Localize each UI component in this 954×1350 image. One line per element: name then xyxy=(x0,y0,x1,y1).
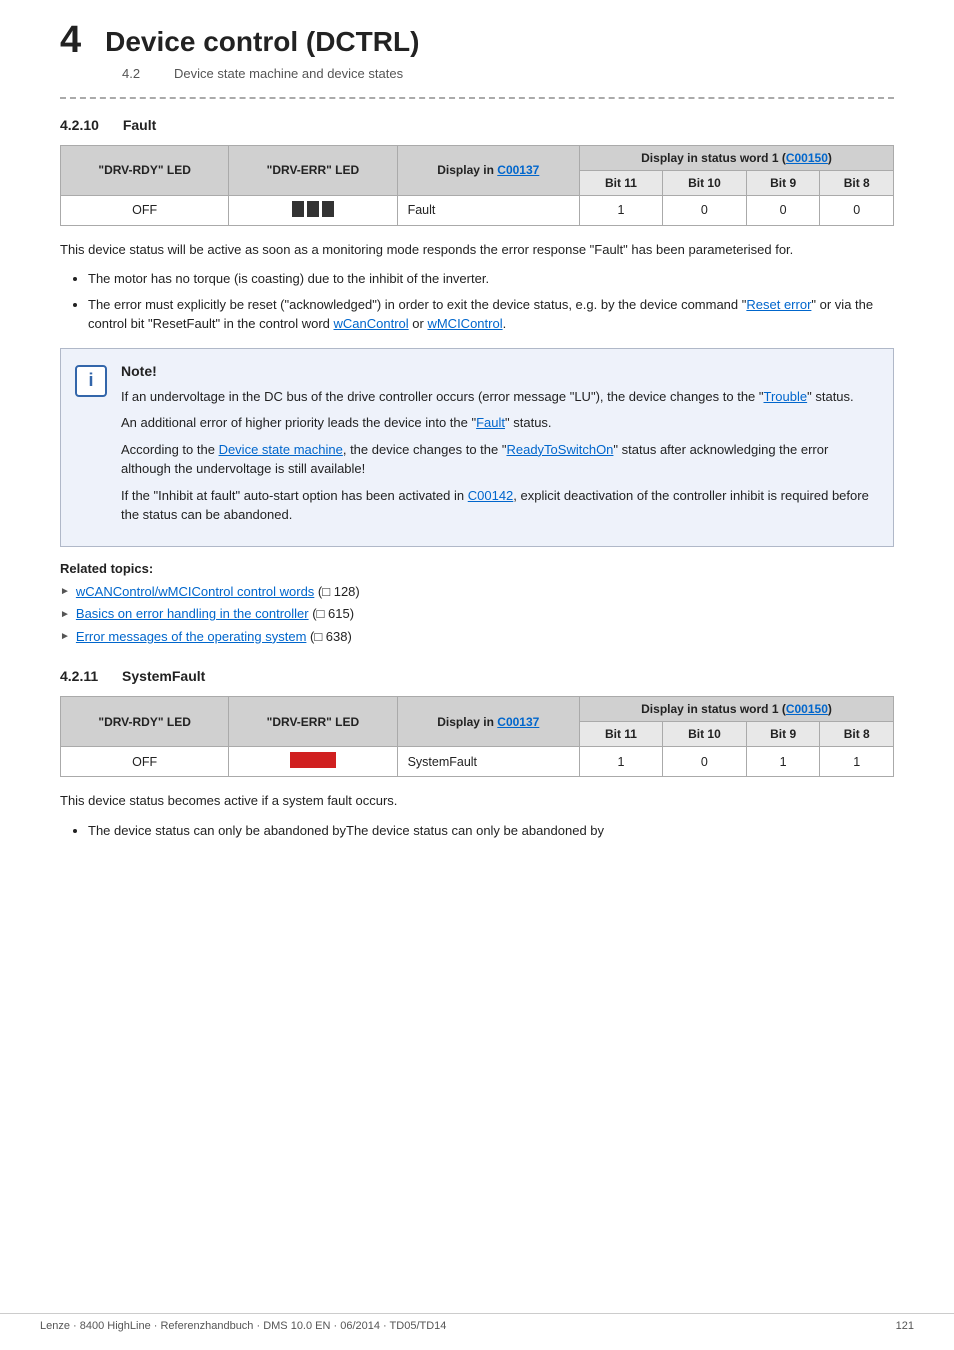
sf-led-rdy: OFF xyxy=(61,747,229,777)
related-arrow-2: ► xyxy=(60,607,70,622)
sf-bullet-list: The device status can only be abandoned … xyxy=(88,821,894,841)
footer-left: Lenze · 8400 HighLine · Referenzhandbuch… xyxy=(40,1320,446,1332)
fault-th-col1: "DRV-RDY" LED xyxy=(61,145,229,195)
sf-th-bit9: Bit 9 xyxy=(746,722,820,747)
fault-bit10-val: 0 xyxy=(662,195,746,225)
fault-table-row: OFF Fault 1 0 0 0 xyxy=(61,195,894,225)
related-link-2[interactable]: Basics on error handling in the controll… xyxy=(76,604,309,624)
subchapter-num: 4.2 xyxy=(122,66,154,81)
fault-bullet2: The error must explicitly be reset ("ack… xyxy=(88,295,894,334)
sf-bit9-val: 1 xyxy=(746,747,820,777)
ready-to-switchon-link[interactable]: ReadyToSwitchOn xyxy=(506,442,613,457)
sf-th-col2: "DRV-ERR" LED xyxy=(229,697,397,747)
fault-th-bit9: Bit 9 xyxy=(746,170,820,195)
sf-bit11-val: 1 xyxy=(580,747,663,777)
led-bar-1 xyxy=(292,201,304,217)
fault-bit11-val: 1 xyxy=(580,195,663,225)
led-bar-2 xyxy=(307,201,319,217)
fault-th-col3: Display in C00137 xyxy=(397,145,579,195)
related-arrow-3: ► xyxy=(60,629,70,644)
systemfault-section-num: 4.2.11 xyxy=(60,668,98,684)
sf-bullet1: The device status can only be abandoned … xyxy=(88,821,894,841)
trouble-link[interactable]: Trouble xyxy=(764,389,808,404)
fault-bit8-val: 0 xyxy=(820,195,894,225)
sf-bit10-val: 0 xyxy=(662,747,746,777)
section-fault: 4.2.10 Fault "DRV-RDY" LED "DRV-ERR" LED… xyxy=(60,117,894,647)
wcancontrol-link[interactable]: wCanControl xyxy=(334,316,409,331)
related-link-3[interactable]: Error messages of the operating system xyxy=(76,627,307,647)
related-item-2: ► Basics on error handling in the contro… xyxy=(60,604,894,624)
note-para2: An additional error of higher priority l… xyxy=(121,413,877,433)
sf-c00150-link[interactable]: C00150 xyxy=(786,702,828,716)
related-page-2: (□ 615) xyxy=(309,604,354,624)
footer-right: 121 xyxy=(896,1320,914,1332)
note-para4: If the "Inhibit at fault" auto-start opt… xyxy=(121,486,877,525)
sf-bit8-val: 1 xyxy=(820,747,894,777)
related-item-3: ► Error messages of the operating system… xyxy=(60,627,894,647)
section-systemfault: 4.2.11 SystemFault "DRV-RDY" LED "DRV-ER… xyxy=(60,668,894,840)
section-divider xyxy=(60,97,894,99)
sf-body1: This device status becomes active if a s… xyxy=(60,791,894,811)
chapter-number: 4 xyxy=(60,20,81,62)
device-state-machine-link[interactable]: Device state machine xyxy=(219,442,343,457)
fault-bullet1: The motor has no torque (is coasting) du… xyxy=(88,269,894,289)
fault-bit9-val: 0 xyxy=(746,195,820,225)
fault-th-bit10: Bit 10 xyxy=(662,170,746,195)
fault-led-err xyxy=(229,195,397,225)
note-para3: According to the Device state machine, t… xyxy=(121,440,877,479)
related-link-1[interactable]: wCANControl/wMCIControl control words xyxy=(76,582,314,602)
sf-th-bit8: Bit 8 xyxy=(820,722,894,747)
fault-led-rdy: OFF xyxy=(61,195,229,225)
related-page-1: (□ 128) xyxy=(314,582,359,602)
fault-c00150-link[interactable]: C00150 xyxy=(786,151,828,165)
chapter-title: Device control (DCTRL) xyxy=(105,20,419,58)
page-footer: Lenze · 8400 HighLine · Referenzhandbuch… xyxy=(0,1313,954,1332)
wmcicontrol-link[interactable]: wMCIControl xyxy=(427,316,502,331)
led-red-solid xyxy=(290,752,336,768)
note-icon: i xyxy=(75,365,107,397)
led-bars-fault xyxy=(292,201,334,217)
related-item-1: ► wCANControl/wMCIControl control words … xyxy=(60,582,894,602)
reset-error-link[interactable]: Reset error xyxy=(746,297,811,312)
fault-table: "DRV-RDY" LED "DRV-ERR" LED Display in C… xyxy=(60,145,894,226)
note-content: Note! If an undervoltage in the DC bus o… xyxy=(121,363,877,532)
fault-section-label: Fault xyxy=(123,117,156,133)
sf-c00137-link[interactable]: C00137 xyxy=(497,715,539,729)
fault-body1: This device status will be active as soo… xyxy=(60,240,894,260)
c00142-link[interactable]: C00142 xyxy=(468,488,514,503)
subchapter-text: Device state machine and device states xyxy=(174,66,403,81)
related-arrow-1: ► xyxy=(60,584,70,599)
note-para1: If an undervoltage in the DC bus of the … xyxy=(121,387,877,407)
fault-th-bit11: Bit 11 xyxy=(580,170,663,195)
fault-th-bit8: Bit 8 xyxy=(820,170,894,195)
sf-th-bit10: Bit 10 xyxy=(662,722,746,747)
systemfault-section-label: SystemFault xyxy=(122,668,205,684)
fault-section-num: 4.2.10 xyxy=(60,117,99,133)
sf-led-err xyxy=(229,747,397,777)
systemfault-table-row: OFF SystemFault 1 0 1 1 xyxy=(61,747,894,777)
note-box-fault: i Note! If an undervoltage in the DC bus… xyxy=(60,348,894,547)
sf-th-col1: "DRV-RDY" LED xyxy=(61,697,229,747)
fault-th-col2: "DRV-ERR" LED xyxy=(229,145,397,195)
related-topics: Related topics: ► wCANControl/wMCIContro… xyxy=(60,561,894,647)
fault-link[interactable]: Fault xyxy=(476,415,505,430)
sf-th-bit11: Bit 11 xyxy=(580,722,663,747)
sf-th-col4: Display in status word 1 (C00150) xyxy=(580,697,894,722)
sf-th-col3: Display in C00137 xyxy=(397,697,579,747)
led-bar-3 xyxy=(322,201,334,217)
systemfault-table: "DRV-RDY" LED "DRV-ERR" LED Display in C… xyxy=(60,696,894,777)
related-page-3: (□ 638) xyxy=(306,627,351,647)
fault-bullet-list: The motor has no torque (is coasting) du… xyxy=(88,269,894,334)
note-title: Note! xyxy=(121,363,877,379)
fault-c00137-link[interactable]: C00137 xyxy=(497,163,539,177)
sf-display-val: SystemFault xyxy=(397,747,579,777)
fault-th-col4: Display in status word 1 (C00150) xyxy=(580,145,894,170)
fault-display-val: Fault xyxy=(397,195,579,225)
related-topics-title: Related topics: xyxy=(60,561,894,576)
